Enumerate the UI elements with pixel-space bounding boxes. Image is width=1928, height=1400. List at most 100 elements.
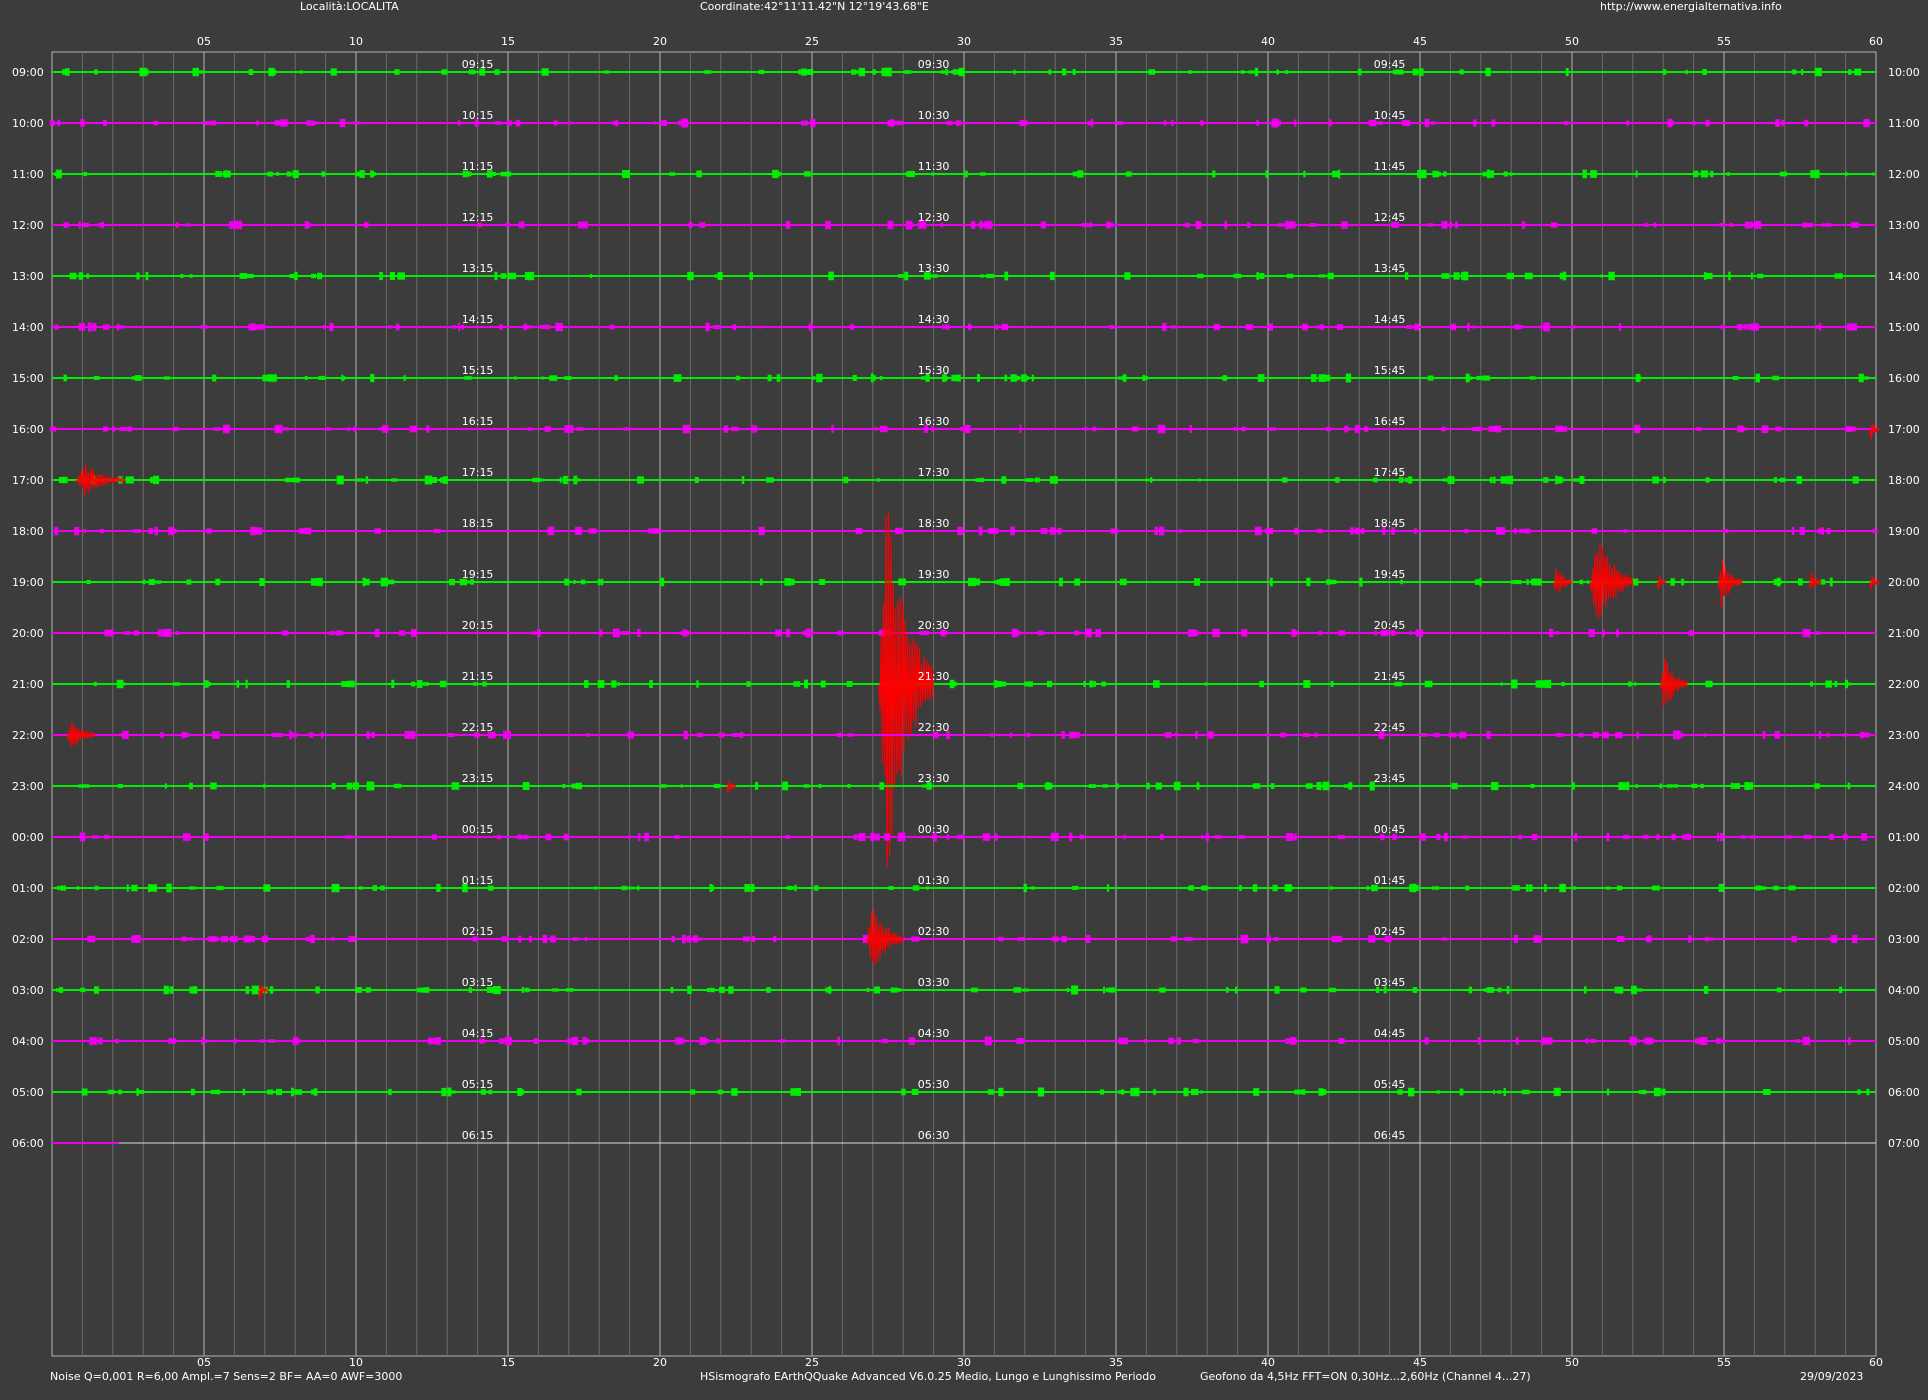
row-start-time: 23:00 [12, 780, 44, 793]
row-end-time: 19:00 [1888, 525, 1920, 538]
row-end-time: 07:00 [1888, 1137, 1920, 1150]
row-start-time: 14:00 [12, 321, 44, 334]
row-start-time: 02:00 [12, 933, 44, 946]
row-end-time: 11:00 [1888, 117, 1920, 130]
quarter-label-15: 15:15 [462, 364, 494, 377]
quarter-label-45: 09:45 [1374, 58, 1406, 71]
software-label: HSismografo EArthQQuake Advanced V6.0.25… [700, 1370, 1156, 1383]
quarter-label-30: 00:30 [918, 823, 950, 836]
row-end-time: 05:00 [1888, 1035, 1920, 1048]
row-start-time: 19:00 [12, 576, 44, 589]
quarter-label-30: 01:30 [918, 874, 950, 887]
quarter-label-30: 22:30 [918, 721, 950, 734]
seismic-event [878, 512, 935, 869]
quarter-label-30: 05:30 [918, 1078, 950, 1091]
row-end-time: 24:00 [1888, 780, 1920, 793]
quarter-label-30: 03:30 [918, 976, 950, 989]
x-tick-label-top: 10 [349, 35, 363, 48]
x-tick-label-bottom: 40 [1261, 1356, 1275, 1369]
x-tick-label-bottom: 20 [653, 1356, 667, 1369]
row-end-time: 01:00 [1888, 831, 1920, 844]
x-tick-label-bottom: 35 [1109, 1356, 1123, 1369]
quarter-label-30: 12:30 [918, 211, 950, 224]
quarter-label-45: 14:45 [1374, 313, 1406, 326]
row-end-time: 13:00 [1888, 219, 1920, 232]
x-tick-label-top: 15 [501, 35, 515, 48]
seismic-event [1553, 568, 1573, 593]
quarter-label-30: 18:30 [918, 517, 950, 530]
parameters-label: Noise Q=0,001 R=6,00 Ampl.=7 Sens=2 BF= … [50, 1370, 403, 1383]
quarter-label-30: 09:30 [918, 58, 950, 71]
row-end-time: 10:00 [1888, 66, 1920, 79]
seismic-event [726, 780, 737, 793]
row-end-time: 15:00 [1888, 321, 1920, 334]
quarter-label-15: 19:15 [462, 568, 494, 581]
row-end-time: 12:00 [1888, 168, 1920, 181]
quarter-label-45: 18:45 [1374, 517, 1406, 530]
row-end-time: 04:00 [1888, 984, 1920, 997]
quarter-label-45: 02:45 [1374, 925, 1406, 938]
quarter-label-15: 05:15 [462, 1078, 494, 1091]
x-tick-label-top: 05 [197, 35, 211, 48]
quarter-label-15: 18:15 [462, 517, 494, 530]
row-start-time: 04:00 [12, 1035, 44, 1048]
x-tick-label-bottom: 10 [349, 1356, 363, 1369]
seismic-event [1656, 575, 1667, 590]
quarter-label-15: 14:15 [462, 313, 494, 326]
row-start-time: 22:00 [12, 729, 44, 742]
x-tick-label-top: 35 [1109, 35, 1123, 48]
quarter-label-45: 04:45 [1374, 1027, 1406, 1040]
x-tick-label-top: 40 [1261, 35, 1275, 48]
x-tick-label-bottom: 60 [1869, 1356, 1883, 1369]
seismogram-chart: 05 05 10 10 15 15 20 20 25 25 30 30 35 35 40 40 45 45 50 50… [12, 35, 1920, 1369]
quarter-label-30: 15:30 [918, 364, 950, 377]
row-start-time: 01:00 [12, 882, 44, 895]
row-start-time: 18:00 [12, 525, 44, 538]
sensor-label: Geofono da 4,5Hz FFT=ON 0,30Hz...2,60Hz … [1200, 1370, 1531, 1383]
quarter-label-45: 21:45 [1374, 670, 1406, 683]
seismic-event [866, 907, 904, 965]
row-end-time: 16:00 [1888, 372, 1920, 385]
row-start-time: 05:00 [12, 1086, 44, 1099]
row-end-time: 17:00 [1888, 423, 1920, 436]
x-tick-label-top: 50 [1565, 35, 1579, 48]
quarter-label-45: 12:45 [1374, 211, 1406, 224]
x-tick-label-bottom: 15 [501, 1356, 515, 1369]
seismic-event [75, 464, 126, 497]
quarter-label-30: 19:30 [918, 568, 950, 581]
x-tick-label-top: 55 [1717, 35, 1731, 48]
row-end-time: 02:00 [1888, 882, 1920, 895]
row-start-time: 10:00 [12, 117, 44, 130]
quarter-label-30: 04:30 [918, 1027, 950, 1040]
seismic-event [1659, 657, 1689, 707]
quarter-label-45: 19:45 [1374, 568, 1406, 581]
row-end-time: 20:00 [1888, 576, 1920, 589]
quarter-label-15: 22:15 [462, 721, 494, 734]
quarter-label-45: 01:45 [1374, 874, 1406, 887]
quarter-label-45: 16:45 [1374, 415, 1406, 428]
x-tick-label-bottom: 50 [1565, 1356, 1579, 1369]
quarter-label-45: 03:45 [1374, 976, 1406, 989]
row-start-time: 09:00 [12, 66, 44, 79]
quarter-label-30: 23:30 [918, 772, 950, 785]
x-tick-label-top: 60 [1869, 35, 1883, 48]
quarter-label-45: 22:45 [1374, 721, 1406, 734]
row-end-time: 23:00 [1888, 729, 1920, 742]
quarter-label-15: 12:15 [462, 211, 494, 224]
x-tick-label-top: 20 [653, 35, 667, 48]
row-end-time: 21:00 [1888, 627, 1920, 640]
quarter-label-45: 23:45 [1374, 772, 1406, 785]
x-tick-label-top: 45 [1413, 35, 1427, 48]
quarter-label-30: 16:30 [918, 415, 950, 428]
x-tick-label-top: 30 [957, 35, 971, 48]
quarter-label-15: 21:15 [462, 670, 494, 683]
quarter-label-45: 13:45 [1374, 262, 1406, 275]
quarter-label-15: 02:15 [462, 925, 494, 938]
quarter-label-15: 23:15 [462, 772, 494, 785]
quarter-label-45: 06:45 [1374, 1129, 1406, 1142]
quarter-label-30: 13:30 [918, 262, 950, 275]
row-end-time: 18:00 [1888, 474, 1920, 487]
row-end-time: 22:00 [1888, 678, 1920, 691]
row-start-time: 16:00 [12, 423, 44, 436]
quarter-label-30: 17:30 [918, 466, 950, 479]
